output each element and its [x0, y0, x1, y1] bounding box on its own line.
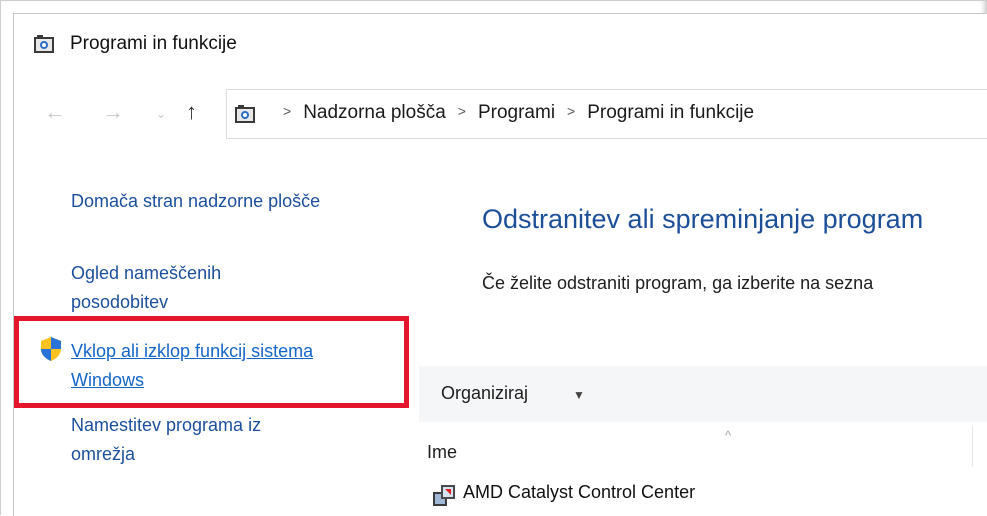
program-name: AMD Catalyst Control Center — [463, 482, 696, 502]
highlight-box — [14, 316, 409, 408]
view-installed-updates-link[interactable]: Ogled nameščenih posodobitev — [71, 259, 221, 317]
up-arrow-icon[interactable]: ↑ — [186, 101, 197, 123]
amd-catalyst-icon — [433, 485, 455, 506]
chevron-right-icon[interactable]: > — [458, 103, 466, 119]
page-title: Odstranitev ali spreminjanje program — [482, 204, 924, 234]
control-panel-icon — [34, 35, 54, 53]
dropdown-arrow-icon[interactable]: ▼ — [573, 388, 585, 402]
window-title: Programi in funkcije — [70, 33, 237, 54]
chevron-right-icon[interactable]: > — [567, 103, 575, 119]
breadcrumb: > Nadzorna plošča > Programi > Programi in fu… — [271, 102, 754, 124]
programs-and-features-window: Programi in funkcije ← → ⌄ ↑ > Nadzorna p… — [13, 13, 987, 516]
link-label: Domača stran nadzorne plošče — [71, 191, 321, 211]
link-label-line2: posodobitev — [71, 292, 169, 312]
navigation-row: ← → ⌄ ↑ > Nadzorna plošča > Programi > Progra… — [14, 89, 987, 141]
address-bar[interactable]: > Nadzorna plošča > Programi > Programi in fu… — [226, 89, 987, 139]
link-label-line1: Ogled nameščenih — [71, 263, 222, 283]
column-header-name[interactable]: Ime — [427, 442, 457, 463]
forward-arrow-icon[interactable]: → — [102, 101, 124, 123]
command-toolbar: Organiziraj ▼ — [419, 366, 987, 422]
page-description: Če želite odstraniti program, ga izberit… — [482, 273, 874, 293]
breadcrumb-programs[interactable]: Programi — [478, 102, 555, 123]
control-panel-home-link[interactable]: Domača stran nadzorne plošče — [71, 187, 320, 216]
breadcrumb-programs-and-features[interactable]: Programi in funkcije — [587, 102, 754, 123]
organize-button[interactable]: Organiziraj — [441, 383, 528, 404]
control-panel-icon — [235, 105, 255, 123]
link-label-line2: omrežja — [71, 444, 136, 464]
column-divider[interactable] — [972, 426, 973, 466]
install-from-network-link[interactable]: Namestitev programa iz omrežja — [71, 411, 261, 469]
recent-dropdown-icon[interactable]: ⌄ — [156, 103, 166, 125]
title-bar: Programi in funkcije — [14, 14, 987, 70]
back-arrow-icon[interactable]: ← — [44, 101, 66, 123]
sort-ascending-icon: ^ — [725, 428, 732, 443]
breadcrumb-control-panel[interactable]: Nadzorna plošča — [303, 102, 446, 123]
link-label-line1: Namestitev programa iz — [71, 415, 262, 435]
chevron-right-icon: > — [283, 103, 292, 119]
